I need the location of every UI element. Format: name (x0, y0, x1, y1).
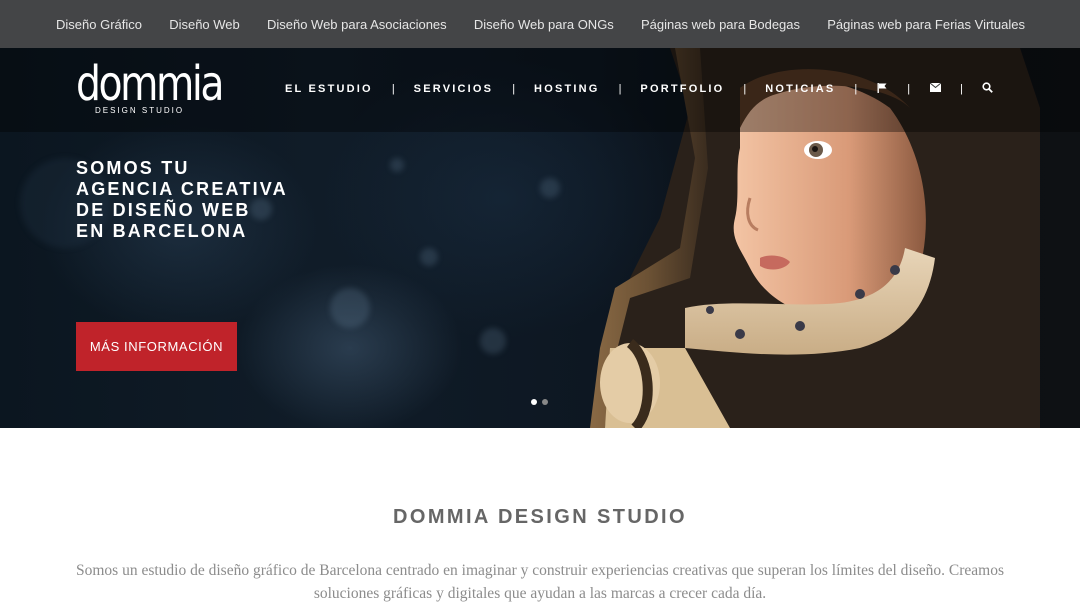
nav-item-noticias[interactable]: NOTICIAS (765, 83, 835, 95)
search-icon[interactable] (982, 82, 994, 96)
nav-item-servicios[interactable]: SERVICIOS (414, 83, 494, 95)
top-links-bar: Diseño Gráfico Diseño Web Diseño Web par… (0, 0, 1080, 48)
nav-separator: | (618, 83, 622, 95)
top-link-diseno-web[interactable]: Diseño Web (169, 17, 240, 32)
nav-item-portfolio[interactable]: PORTFOLIO (640, 83, 724, 95)
nav-separator: | (391, 83, 395, 95)
top-link-asociaciones[interactable]: Diseño Web para Asociaciones (267, 17, 447, 32)
bokeh-light (390, 158, 404, 172)
top-link-bodegas[interactable]: Páginas web para Bodegas (641, 17, 800, 32)
intro-description: Somos un estudio de diseño gráfico de Ba… (76, 562, 1004, 602)
nav-separator: | (854, 83, 858, 95)
hero-headline-line: EN BARCELONA (76, 221, 248, 241)
site-logo[interactable]: dommia DESIGN STUDIO (76, 60, 254, 115)
top-link-ferias-virtuales[interactable]: Páginas web para Ferias Virtuales (827, 17, 1025, 32)
slider-pagination (531, 399, 548, 405)
bokeh-light (480, 328, 506, 354)
hero-slider: dommia DESIGN STUDIO EL ESTUDIO | SERVIC… (0, 48, 1080, 428)
bokeh-light (540, 178, 560, 198)
nav-item-el-estudio[interactable]: EL ESTUDIO (285, 83, 373, 95)
nav-separator: | (743, 83, 747, 95)
hero-headline: SOMOS TU AGENCIA CREATIVA DE DISEÑO WEB … (76, 158, 288, 242)
slider-dot-1[interactable] (531, 399, 537, 405)
nav-separator: | (960, 83, 963, 95)
main-nav: EL ESTUDIO | SERVICIOS | HOSTING | PORTF… (285, 82, 994, 96)
envelope-icon[interactable] (929, 82, 941, 95)
nav-item-hosting[interactable]: HOSTING (534, 83, 600, 95)
nav-separator: | (512, 83, 516, 95)
slider-dot-2[interactable] (542, 399, 548, 405)
top-link-ongs[interactable]: Diseño Web para ONGs (474, 17, 614, 32)
hero-headline-line: AGENCIA CREATIVA (76, 179, 288, 199)
hero-headline-line: DE DISEÑO WEB (76, 200, 251, 220)
hero-headline-line: SOMOS TU (76, 158, 190, 178)
flag-icon[interactable] (876, 82, 888, 96)
intro-title: DOMMIA DESIGN STUDIO (393, 506, 687, 528)
bokeh-light (330, 288, 370, 328)
mas-informacion-button[interactable]: MÁS INFORMACIÓN (76, 322, 237, 371)
logo-wordmark: dommia (76, 56, 225, 112)
bokeh-light (420, 248, 438, 266)
top-link-diseno-grafico[interactable]: Diseño Gráfico (56, 17, 142, 32)
nav-separator: | (907, 83, 911, 95)
